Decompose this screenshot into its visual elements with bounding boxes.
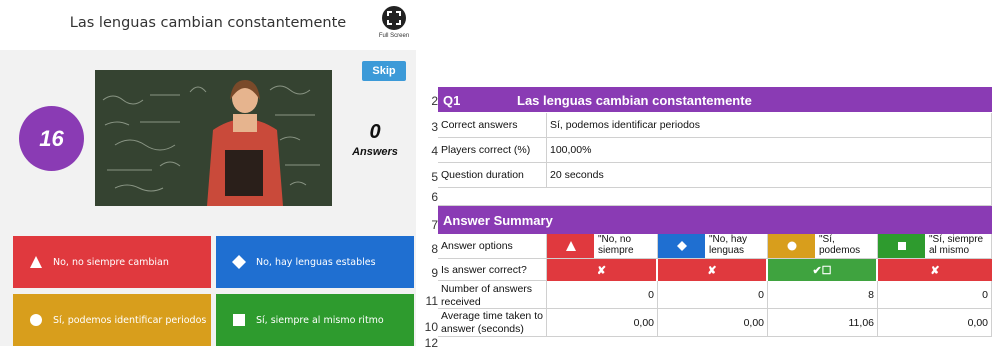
question-id: Q1 [443,93,461,108]
row-number: 11 [425,294,438,308]
answer-option-text: "No, no siempre [596,234,657,258]
option-button-2[interactable]: No, hay lenguas estables [216,236,414,288]
summary-title: Answer Summary [443,213,553,228]
diamond-icon [658,234,705,258]
answer-option-text: "Sí, siempre al mismo [927,234,991,258]
is-correct-row: Is answer correct? ✘ ✘ ✔☐ ✘ [438,259,992,281]
avg-time-value-4[interactable]: 0,00 [878,309,992,337]
avg-time-row: Average time taken to answer (seconds) 0… [438,309,992,337]
correct-answers-value[interactable]: Sí, podemos identificar periodos [547,113,992,138]
row-number: 10 [424,320,438,334]
row-number: 8 [431,242,438,256]
fullscreen-button[interactable]: Full Screen [376,6,412,39]
results-spreadsheet: 2 3 4 5 6 7 8 9 10 11 12 Q1 Las lenguas … [416,84,992,350]
row-number: 4 [431,144,438,158]
correct-mark-2[interactable]: ✘ [658,259,767,281]
empty-row [438,188,992,206]
answer-option-cell-2[interactable]: "No, hay lenguas [658,234,768,259]
triangle-icon [547,234,594,258]
row-number: 5 [431,170,438,184]
question-header-row: Q1 Las lenguas cambian constantemente [438,87,992,113]
triangle-icon [30,256,42,268]
correct-mark-3[interactable]: ✔☐ [768,259,877,281]
duration-label[interactable]: Question duration [438,163,547,188]
answer-option-text: "Sí, podemos [817,234,877,258]
quiz-header: Las lenguas cambian constantemente Full … [0,0,416,50]
table-row: Correct answers Sí, podemos identificar … [438,113,992,138]
answer-option-cell-1[interactable]: "No, no siempre [547,234,658,259]
correct-answers-label[interactable]: Correct answers [438,113,547,138]
option-button-3[interactable]: Sí, podemos identificar periodos [13,294,211,346]
row-number: 12 [424,336,438,350]
diamond-icon [232,255,246,269]
quiz-screen: Las lenguas cambian constantemente Full … [0,0,416,346]
summary-header-cell[interactable]: Answer Summary [438,206,992,234]
table-row: Players correct (%) 100,00% [438,138,992,163]
correct-mark-4[interactable]: ✘ [878,259,992,281]
answers-label: Answers [352,146,398,158]
avg-time-label[interactable]: Average time taken to answer (seconds) [438,309,547,337]
players-correct-label[interactable]: Players correct (%) [438,138,547,163]
option-button-1[interactable]: No, no siempre cambian [13,236,211,288]
fullscreen-label: Full Screen [378,33,410,39]
row-number: 9 [431,266,438,280]
duration-value[interactable]: 20 seconds [547,163,992,188]
summary-header-row: Answer Summary [438,206,992,234]
question-image [95,70,332,206]
answer-option-text: "No, hay lenguas [707,234,767,258]
row-number: 2 [431,94,438,108]
option-label: No, hay lenguas estables [256,256,376,268]
answer-options-label[interactable]: Answer options [438,234,547,259]
square-icon [878,234,925,258]
correct-mark-1[interactable]: ✘ [547,259,657,281]
received-value-1[interactable]: 0 [547,281,658,309]
row-number: 3 [431,120,438,134]
received-label[interactable]: Number of answers received [438,281,547,309]
answer-option-cell-3[interactable]: "Sí, podemos [768,234,878,259]
circle-icon [30,314,42,326]
received-value-3[interactable]: 8 [768,281,878,309]
answer-option-cell-4[interactable]: "Sí, siempre al mismo [878,234,992,259]
fullscreen-icon [382,6,406,30]
question-header-cell[interactable]: Q1 Las lenguas cambian constantemente [438,87,992,113]
received-row: Number of answers received 0 0 8 0 [438,281,992,309]
option-label: Sí, podemos identificar periodos [53,314,207,326]
answer-options-row: Answer options "No, no siempre "No, hay … [438,234,992,259]
empty-cell[interactable] [438,188,992,206]
row-number: 6 [431,190,438,204]
option-button-4[interactable]: Sí, siempre al mismo ritmo [216,294,414,346]
countdown-timer: 16 [19,106,84,171]
players-correct-value[interactable]: 100,00% [547,138,992,163]
question-title: Las lenguas cambian constantemente [69,15,347,31]
received-value-2[interactable]: 0 [658,281,768,309]
skip-button[interactable]: Skip [362,61,406,81]
avg-time-value-3[interactable]: 11,06 [768,309,878,337]
question-title-cell: Las lenguas cambian constantemente [517,93,752,108]
square-icon [233,314,245,326]
circle-icon [768,234,815,258]
answers-count: 0 [369,121,381,143]
avg-time-value-1[interactable]: 0,00 [547,309,658,337]
table-row: Question duration 20 seconds [438,163,992,188]
received-value-4[interactable]: 0 [878,281,992,309]
option-label: No, no siempre cambian [53,256,169,268]
is-correct-label[interactable]: Is answer correct? [438,259,547,281]
option-label: Sí, siempre al mismo ritmo [256,314,384,326]
row-number: 7 [431,218,438,232]
avg-time-value-2[interactable]: 0,00 [658,309,768,337]
